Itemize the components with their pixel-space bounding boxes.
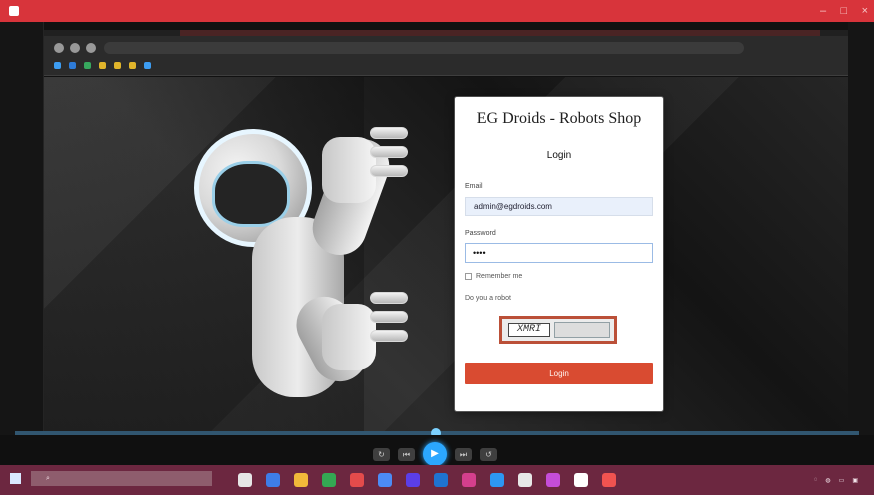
next-icon[interactable]: ⏭ [455, 447, 472, 461]
taskbar-search[interactable]: ⌕ [31, 471, 212, 486]
search-icon: ⌕ [46, 475, 50, 482]
password-input[interactable]: •••• [465, 243, 653, 263]
robot-visor [212, 161, 290, 227]
robot-check-label: Do you a robot [465, 295, 511, 302]
robot-hand-upper [322, 137, 376, 203]
address-bar[interactable] [104, 42, 744, 54]
taskbar-app-icon[interactable] [350, 472, 364, 487]
repeat-icon[interactable]: ↺ [480, 447, 497, 461]
taskbar-app-icon[interactable] [574, 472, 588, 487]
task-view-icon[interactable] [238, 472, 252, 487]
maximize-icon[interactable]: □ [841, 5, 848, 17]
email-label: Email [465, 183, 483, 190]
taskbar-app-icon[interactable] [546, 472, 560, 487]
app-icon [9, 6, 19, 16]
taskbar-app-icon[interactable] [322, 472, 336, 487]
email-input[interactable]: admin@egdroids.com [465, 197, 653, 216]
taskbar-app-icon[interactable] [434, 472, 448, 487]
window-controls[interactable]: – □ × [820, 3, 868, 19]
taskbar-app-icon[interactable] [378, 472, 392, 487]
remember-row[interactable]: Remember me [465, 273, 522, 280]
notification-icon[interactable]: ▣ [852, 477, 858, 484]
bookmark-item[interactable] [99, 60, 106, 70]
bookmark-item[interactable] [84, 60, 91, 70]
back-icon[interactable] [54, 43, 64, 53]
taskbar-app-icon[interactable] [406, 472, 420, 487]
shuffle-icon[interactable]: ↻ [373, 447, 390, 461]
bookmark-item[interactable] [69, 60, 76, 70]
titlebar [0, 0, 874, 22]
web-page: EG Droids - Robots Shop Login Email admi… [44, 77, 848, 431]
captcha-refresh[interactable] [554, 322, 610, 338]
media-controls-center: ↻ ⏮ ▶ ⏭ ↺ [310, 442, 560, 466]
remember-checkbox[interactable] [465, 273, 472, 280]
login-title: Login [546, 150, 572, 161]
left-rail [0, 22, 44, 465]
robot-finger [370, 330, 408, 342]
taskbar-app-icon[interactable] [266, 472, 280, 487]
previous-icon[interactable]: ⏮ [398, 447, 415, 461]
taskbar-app-icon[interactable] [518, 472, 532, 487]
captcha-box[interactable]: XMRI [499, 316, 617, 344]
network-icon[interactable]: ◌ [814, 477, 818, 483]
bookmarks-bar [54, 59, 844, 71]
robot-finger [370, 311, 408, 323]
bookmark-item[interactable] [144, 60, 151, 70]
login-button[interactable]: Login [465, 363, 653, 384]
close-icon[interactable]: × [862, 5, 868, 17]
forward-icon[interactable] [70, 43, 80, 53]
remember-label: Remember me [476, 273, 523, 280]
minimize-icon[interactable]: – [820, 5, 826, 17]
play-icon[interactable]: ▶ [423, 442, 447, 466]
bookmark-item[interactable] [129, 60, 136, 70]
shop-title: EG Droids - Robots Shop [476, 110, 642, 127]
start-icon[interactable] [10, 473, 21, 484]
bookmark-item[interactable] [114, 60, 121, 70]
robot-finger [370, 292, 408, 304]
right-rail [848, 22, 874, 465]
volume-icon[interactable]: ◍ [825, 477, 830, 484]
taskbar-app-icon[interactable] [462, 472, 476, 487]
taskbar-icons [238, 471, 698, 488]
bookmark-item[interactable] [54, 60, 61, 70]
taskbar-app-icon[interactable] [294, 472, 308, 487]
taskbar-app-icon[interactable] [490, 472, 504, 487]
robot-finger [370, 146, 408, 158]
robot-finger [370, 165, 408, 177]
refresh-icon[interactable] [86, 43, 96, 53]
robot-hand-lower [322, 304, 376, 370]
robot-fingers-lower [370, 292, 408, 342]
robot-finger [370, 127, 408, 139]
taskbar-app-icon[interactable] [602, 472, 616, 487]
password-label: Password [465, 230, 496, 237]
system-tray: ◌ ◍ ▭ ▣ [718, 472, 858, 488]
battery-icon[interactable]: ▭ [839, 477, 845, 484]
captcha-text: XMRI [508, 323, 550, 337]
login-card: EG Droids - Robots Shop Login Email admi… [455, 97, 663, 411]
robot-fingers-upper [370, 127, 408, 177]
